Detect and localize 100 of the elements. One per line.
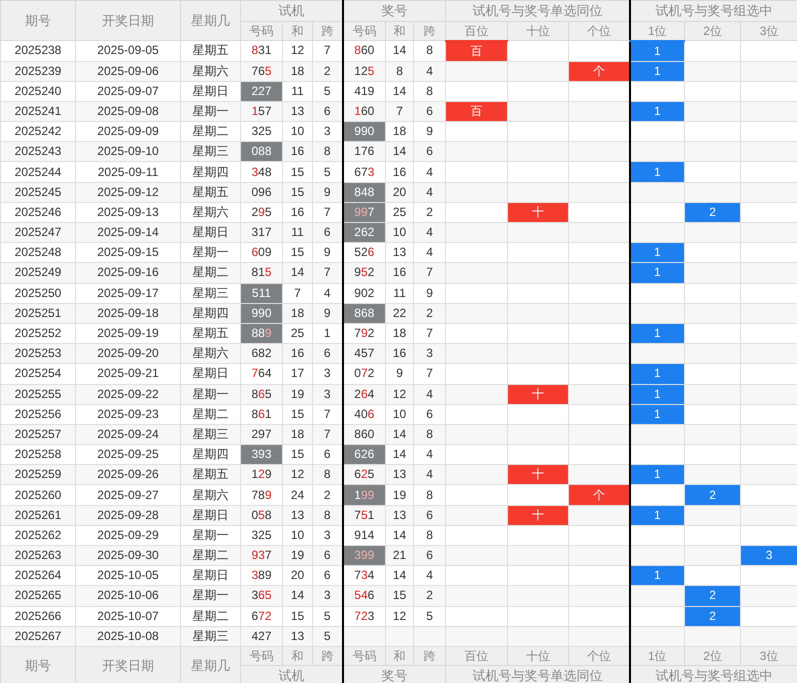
number-cell: 815 xyxy=(240,262,282,284)
column-header: 百位 xyxy=(446,646,508,666)
table-cell: 9 xyxy=(386,364,414,384)
table-cell: 7 xyxy=(282,283,312,304)
table-cell: 5 xyxy=(414,606,446,626)
number-cell: 865 xyxy=(240,384,282,404)
table-cell: 18 xyxy=(282,61,312,82)
number-cell: 096 xyxy=(240,182,282,202)
hit-marker: 个 xyxy=(568,484,630,506)
column-header: 1位 xyxy=(630,646,685,666)
table-cell: 13 xyxy=(386,505,414,526)
table-cell: 星期二 xyxy=(180,404,240,424)
table-cell: 2025249 xyxy=(0,262,76,284)
column-header: 1位 xyxy=(630,21,685,40)
table-cell: 星期二 xyxy=(180,262,240,284)
number-cell: 990 xyxy=(240,303,282,324)
table-cell: 2025266 xyxy=(0,606,76,626)
table-cell: 14 xyxy=(386,40,414,61)
column-header: 3位 xyxy=(740,21,797,40)
table-cell: 2025-09-18 xyxy=(76,303,180,324)
column-header: 跨 xyxy=(414,21,446,40)
table-cell: 2 xyxy=(414,586,446,606)
column-header: 和 xyxy=(386,21,414,40)
group-header: 奖号 xyxy=(342,0,446,21)
table-cell: 2025-09-06 xyxy=(76,61,180,82)
table-cell: 11 xyxy=(282,81,312,102)
group-header: 试机号与奖号单选同位 xyxy=(446,0,630,21)
hit-marker: 十 xyxy=(508,464,569,485)
hit-marker: 1 xyxy=(630,101,685,122)
table-cell: 2025-10-06 xyxy=(76,586,180,606)
column-header: 星期几 xyxy=(180,0,240,40)
table-cell: 15 xyxy=(282,162,312,182)
hit-marker: 十 xyxy=(508,202,569,222)
number-cell: 511 xyxy=(240,283,282,304)
table-cell: 2025260 xyxy=(0,484,76,506)
group-header: 试机号与奖号单选同位 xyxy=(446,665,630,683)
column-header: 十位 xyxy=(508,646,569,666)
table-cell: 星期六 xyxy=(180,61,240,82)
table-cell: 17 xyxy=(282,364,312,384)
table-cell: 19 xyxy=(282,384,312,404)
table-cell: 12 xyxy=(386,384,414,404)
table-cell: 14 xyxy=(282,586,312,606)
group-header: 试机号与奖号组选中 xyxy=(630,0,797,21)
column-header: 2位 xyxy=(684,646,741,666)
hit-marker: 1 xyxy=(630,262,685,284)
number-cell: 626 xyxy=(342,444,386,465)
table-cell: 星期五 xyxy=(180,182,240,202)
column-header: 期号 xyxy=(0,0,76,40)
hit-marker: 1 xyxy=(630,323,685,344)
table-cell: 2025-10-08 xyxy=(76,626,180,646)
hit-marker: 2 xyxy=(684,586,741,606)
table-cell: 6 xyxy=(414,404,446,424)
number-cell: 348 xyxy=(240,162,282,182)
table-cell: 14 xyxy=(282,262,312,284)
table-cell: 2025-09-16 xyxy=(76,262,180,284)
number-cell: 789 xyxy=(240,484,282,506)
hit-marker: 1 xyxy=(630,404,685,424)
table-cell: 22 xyxy=(386,303,414,324)
table-cell: 2025-09-12 xyxy=(76,182,180,202)
hit-marker: 2 xyxy=(684,202,741,222)
table-cell: 2025245 xyxy=(0,182,76,202)
column-header: 号码 xyxy=(240,646,282,666)
table-cell: 2025244 xyxy=(0,162,76,182)
column-header: 和 xyxy=(282,21,312,40)
table-cell: 13 xyxy=(282,505,312,526)
table-cell: 星期三 xyxy=(180,626,240,646)
column-header: 期号 xyxy=(0,646,76,683)
hit-marker: 个 xyxy=(568,61,630,82)
column-header: 号码 xyxy=(342,646,386,666)
table-cell: 星期二 xyxy=(180,606,240,626)
table-cell: 11 xyxy=(386,283,414,304)
number-cell: 672 xyxy=(240,606,282,626)
number-cell: 997 xyxy=(342,202,386,222)
table-cell: 20 xyxy=(386,182,414,202)
column-header: 和 xyxy=(386,646,414,666)
table-cell: 15 xyxy=(282,606,312,626)
hit-marker: 2 xyxy=(684,484,741,506)
hit-marker: 百 xyxy=(446,101,508,122)
hit-marker: 1 xyxy=(630,162,685,182)
number-cell: 831 xyxy=(240,40,282,61)
number-cell: 990 xyxy=(342,122,386,142)
table-cell: 6 xyxy=(414,505,446,526)
number-cell: 861 xyxy=(240,404,282,424)
table-cell: 2025-09-27 xyxy=(76,484,180,506)
table-cell: 星期日 xyxy=(180,364,240,384)
table-cell: 2025255 xyxy=(0,384,76,404)
table-cell: 15 xyxy=(282,404,312,424)
table-cell: 星期四 xyxy=(180,162,240,182)
column-header: 和 xyxy=(282,646,312,666)
number-cell: 764 xyxy=(240,364,282,384)
hit-marker: 1 xyxy=(630,505,685,526)
table-cell: 2025-09-28 xyxy=(76,505,180,526)
hit-marker: 十 xyxy=(508,505,569,526)
group-header: 试机 xyxy=(240,0,343,21)
column-header: 2位 xyxy=(684,21,741,40)
group-header: 试机 xyxy=(240,665,343,683)
table-cell: 2025-09-21 xyxy=(76,364,180,384)
table-cell: 7 xyxy=(414,364,446,384)
hit-marker: 1 xyxy=(630,364,685,384)
table-cell: 2025240 xyxy=(0,81,76,102)
